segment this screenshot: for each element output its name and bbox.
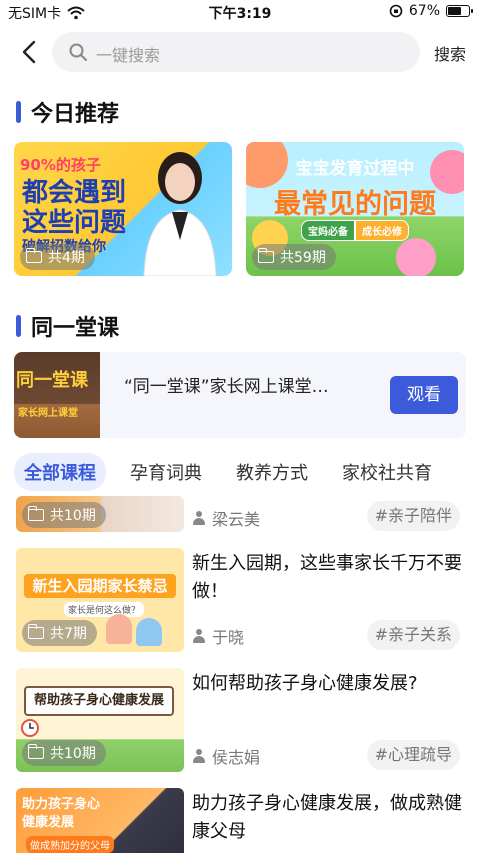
author-info: 梁云美	[192, 506, 260, 530]
folder-icon	[28, 744, 44, 759]
same-class-thumb-title: 同一堂课	[16, 370, 88, 391]
recommend-card-1[interactable]: 90%的孩子 都会遇到这些问题 破解招数给你 共4期	[14, 142, 232, 276]
episode-count-badge: 共4期	[20, 244, 95, 270]
same-class-card[interactable]: 同一堂课 家长网上课堂 “同一堂课”家长网上课堂… 观看	[14, 352, 466, 438]
thumb-title: 助力孩子身心健康发展	[22, 797, 101, 830]
topic-tag[interactable]: #心理疏导	[366, 740, 460, 770]
episode-count-badge: 共7期	[22, 620, 97, 646]
recommend-card-2[interactable]: 宝宝发育过程中 最常见的问题 宝妈必备 成长必修 共59期	[246, 142, 464, 276]
recommend-card-2-tags: 宝妈必备 成长必修	[246, 220, 464, 241]
episode-count-badge: 共10期	[22, 740, 106, 766]
search-button[interactable]: 搜索	[434, 41, 466, 65]
tab-parenting-style[interactable]: 教养方式	[226, 453, 318, 491]
course-thumbnail: 新生入园期家长禁忌 家长是何这么做？ 共7期	[16, 548, 184, 652]
same-class-thumb-sub: 家长网上课堂	[18, 408, 78, 419]
section-title-same-class: 同一堂课	[16, 310, 119, 342]
child-figure	[136, 618, 162, 646]
tag-label: 宝妈必备	[301, 220, 355, 241]
thumb-title: 帮助孩子身心健康发展	[24, 686, 174, 716]
orientation-lock-icon	[389, 4, 403, 18]
recommend-card-2-small: 宝宝发育过程中	[295, 159, 415, 179]
author-name: 于晓	[212, 628, 245, 647]
episode-count: 共59期	[280, 250, 326, 266]
battery-icon	[446, 5, 473, 17]
episode-count-badge: 共59期	[252, 244, 336, 270]
child-figure	[106, 614, 132, 644]
section-accent-bar	[16, 315, 21, 337]
episode-count: 共10期	[50, 746, 96, 762]
tab-pregnancy-dictionary[interactable]: 孕育词典	[120, 453, 212, 491]
topic-tag[interactable]: #亲子关系	[366, 620, 460, 650]
battery-fill	[448, 7, 461, 15]
thumb-title: 新生入园期家长禁忌	[24, 574, 176, 598]
recommend-card-2-title: 最常见的问题	[274, 189, 436, 220]
episode-count: 共7期	[50, 626, 87, 642]
thumb-sub: 家长是何这么做？	[64, 602, 145, 617]
person-icon	[192, 511, 206, 525]
folder-icon	[26, 248, 42, 263]
author-name: 梁云美	[212, 510, 261, 529]
folder-icon	[28, 624, 44, 639]
section-accent-bar	[16, 101, 21, 123]
list-item[interactable]: 助力孩子身心健康发展 做成熟加分的父母 助力孩子身心健康发展，做成熟健康父母	[16, 788, 468, 853]
tab-home-school-community[interactable]: 家校社共育	[332, 453, 442, 491]
person-icon	[192, 629, 206, 643]
search-icon	[69, 43, 87, 61]
course-title: 助力孩子身心健康发展，做成熟健康父母	[192, 793, 462, 842]
author-info: 于晓	[192, 624, 244, 648]
author-name: 侯志娟	[212, 748, 261, 767]
watch-button[interactable]: 观看	[390, 376, 458, 414]
back-icon[interactable]	[16, 38, 44, 66]
section-title-today-label: 今日推荐	[31, 102, 120, 127]
recommend-card-1-title: 都会遇到这些问题	[22, 178, 127, 238]
topic-tag[interactable]: #亲子陪伴	[366, 501, 460, 531]
presenter-image	[143, 152, 217, 276]
section-title-today: 今日推荐	[16, 96, 119, 128]
list-item[interactable]: 帮助孩子身心健康发展 共10期 如何帮助孩子身心健康发展? 侯志娟 #心理疏导	[16, 668, 468, 772]
status-right: 67%	[389, 3, 473, 19]
search-bar: 一键搜索 搜索	[0, 30, 480, 74]
folder-icon	[258, 248, 274, 263]
author-info: 侯志娟	[192, 744, 260, 768]
recommend-card-1-small: 90%的孩子	[20, 156, 101, 174]
tag-label: 成长必修	[355, 220, 409, 241]
flower-decoration	[396, 238, 436, 276]
folder-icon	[28, 506, 44, 521]
course-title: 新生入园期，这些事家长千万不要做！	[192, 553, 462, 602]
course-title: 如何帮助孩子身心健康发展?	[192, 673, 418, 694]
episode-count: 共10期	[50, 508, 96, 524]
battery-percent: 67%	[408, 3, 440, 19]
same-class-title: “同一堂课”家长网上课堂…	[124, 377, 329, 397]
search-input[interactable]: 一键搜索	[52, 32, 420, 72]
course-thumbnail: 共10期	[16, 496, 184, 532]
clock-icon	[21, 719, 39, 737]
list-item[interactable]: 共10期 梁云美 #亲子陪伴	[16, 496, 468, 536]
status-bar: 无SIM卡 下午3:19 67%	[0, 0, 480, 24]
same-class-thumbnail: 同一堂课 家长网上课堂	[14, 352, 100, 438]
tab-all-courses[interactable]: 全部课程	[14, 453, 106, 491]
category-tabs: 全部课程 孕育词典 教养方式 家校社共育	[14, 452, 480, 492]
person-icon	[192, 749, 206, 763]
section-title-same-class-label: 同一堂课	[31, 316, 120, 341]
episode-count: 共4期	[48, 250, 85, 266]
course-thumbnail: 助力孩子身心健康发展 做成熟加分的父母	[16, 788, 184, 853]
episode-count-badge: 共10期	[22, 502, 106, 528]
list-item[interactable]: 新生入园期家长禁忌 家长是何这么做？ 共7期 新生入园期，这些事家长千万不要做！…	[16, 548, 468, 652]
search-placeholder: 一键搜索	[96, 46, 161, 65]
thumb-sub: 做成熟加分的父母	[26, 836, 114, 853]
course-thumbnail: 帮助孩子身心健康发展 共10期	[16, 668, 184, 772]
